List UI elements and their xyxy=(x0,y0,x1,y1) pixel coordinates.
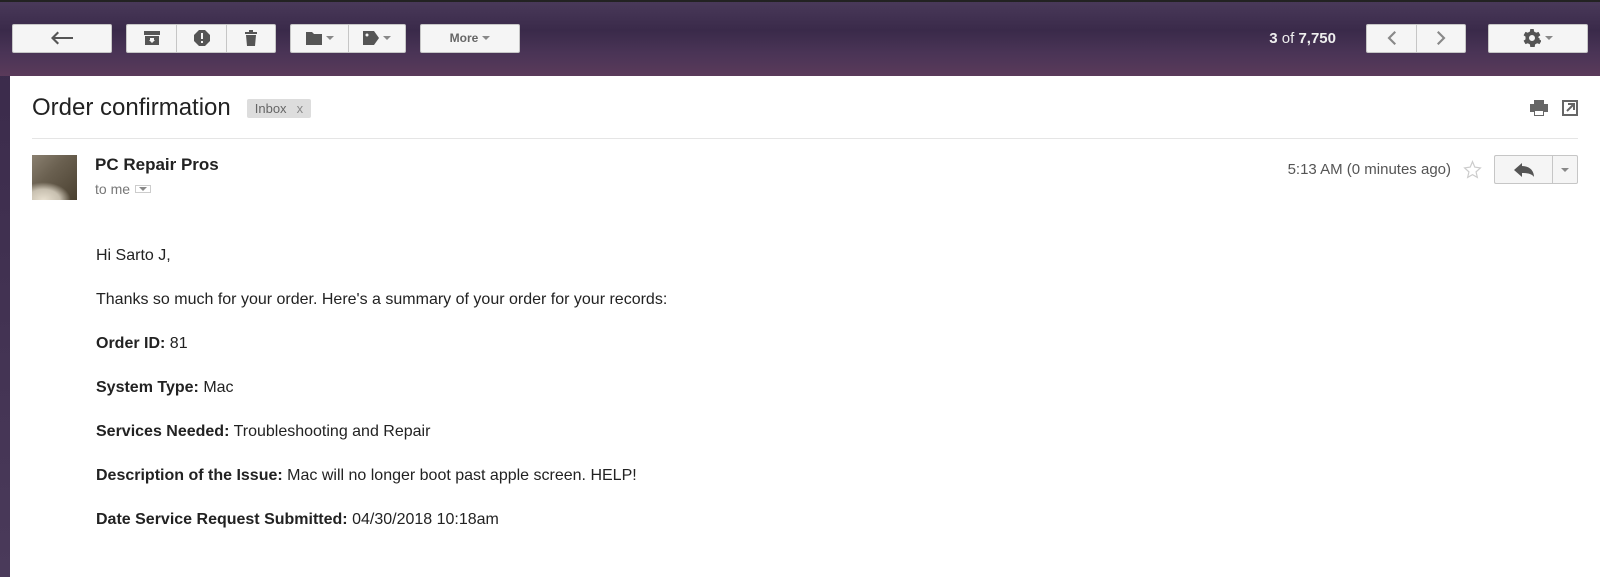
intro: Thanks so much for your order. Here's a … xyxy=(96,288,1578,312)
labels-button[interactable] xyxy=(348,24,406,53)
label-icon xyxy=(363,31,379,45)
move-button[interactable] xyxy=(290,24,348,53)
caret-down-icon xyxy=(1545,36,1553,40)
message-meta: 5:13 AM (0 minutes ago) xyxy=(1288,155,1578,184)
settings-button[interactable] xyxy=(1488,24,1588,53)
delete-button[interactable] xyxy=(226,24,276,53)
prev-button[interactable] xyxy=(1366,24,1416,53)
nav-group xyxy=(1366,24,1466,53)
reply-icon xyxy=(1514,163,1534,177)
sender-name: PC Repair Pros xyxy=(95,155,219,175)
header-actions xyxy=(1530,100,1578,116)
action-group-1 xyxy=(126,24,276,53)
arrow-back-icon xyxy=(51,31,73,45)
next-button[interactable] xyxy=(1416,24,1466,53)
email-header: PC Repair Pros to me 5:13 AM (0 minutes … xyxy=(32,139,1578,210)
toolbar: More 3 of 7,750 xyxy=(0,0,1600,76)
action-group-2 xyxy=(290,24,406,53)
star-icon xyxy=(1463,160,1482,179)
reply-more-button[interactable] xyxy=(1552,155,1578,184)
gear-icon xyxy=(1523,29,1541,47)
content-area: Order confirmation Inbox x PC Repair Pro… xyxy=(10,76,1600,577)
field-description: Description of the Issue: Mac will no lo… xyxy=(96,464,1578,488)
print-icon[interactable] xyxy=(1530,100,1548,116)
more-group: More xyxy=(420,24,520,53)
recipient-details-button[interactable] xyxy=(135,185,151,193)
archive-button[interactable] xyxy=(126,24,176,53)
settings-group xyxy=(1488,24,1588,53)
field-date: Date Service Request Submitted: 04/30/20… xyxy=(96,508,1578,532)
recipient: me xyxy=(111,181,130,197)
chevron-right-icon xyxy=(1437,31,1446,45)
subject-text: Order confirmation xyxy=(32,94,231,122)
caret-down-icon xyxy=(326,36,334,40)
reply-group xyxy=(1494,155,1578,184)
avatar xyxy=(32,155,77,200)
label-text: Inbox xyxy=(255,101,287,116)
recipient-prefix: to xyxy=(95,181,107,197)
trash-icon xyxy=(245,30,257,46)
spam-icon xyxy=(194,30,210,46)
open-new-window-icon[interactable] xyxy=(1562,100,1578,116)
more-button[interactable]: More xyxy=(420,24,520,53)
field-services: Services Needed: Troubleshooting and Rep… xyxy=(96,420,1578,444)
pagination-label: 3 of 7,750 xyxy=(1269,30,1336,47)
back-button[interactable] xyxy=(12,24,112,53)
archive-icon xyxy=(144,31,160,45)
folder-icon xyxy=(306,32,322,45)
chevron-left-icon xyxy=(1387,31,1396,45)
recipient-line: to me xyxy=(95,181,219,197)
spam-button[interactable] xyxy=(176,24,226,53)
inbox-label[interactable]: Inbox x xyxy=(247,99,311,118)
reply-button[interactable] xyxy=(1494,155,1552,184)
caret-down-icon xyxy=(139,187,147,191)
caret-down-icon xyxy=(1561,168,1569,172)
field-order-id: Order ID: 81 xyxy=(96,332,1578,356)
email-body: Hi Sarto J, Thanks so much for your orde… xyxy=(32,210,1578,532)
sender-block: PC Repair Pros to me xyxy=(95,155,219,197)
star-button[interactable] xyxy=(1463,160,1482,179)
field-system-type: System Type: Mac xyxy=(96,376,1578,400)
greeting: Hi Sarto J, xyxy=(96,244,1578,268)
caret-down-icon xyxy=(383,36,391,40)
timestamp: 5:13 AM (0 minutes ago) xyxy=(1288,161,1451,178)
caret-down-icon xyxy=(482,36,490,40)
subject-row: Order confirmation Inbox x xyxy=(32,94,1578,139)
more-label: More xyxy=(450,31,479,45)
remove-label-icon[interactable]: x xyxy=(297,101,304,116)
